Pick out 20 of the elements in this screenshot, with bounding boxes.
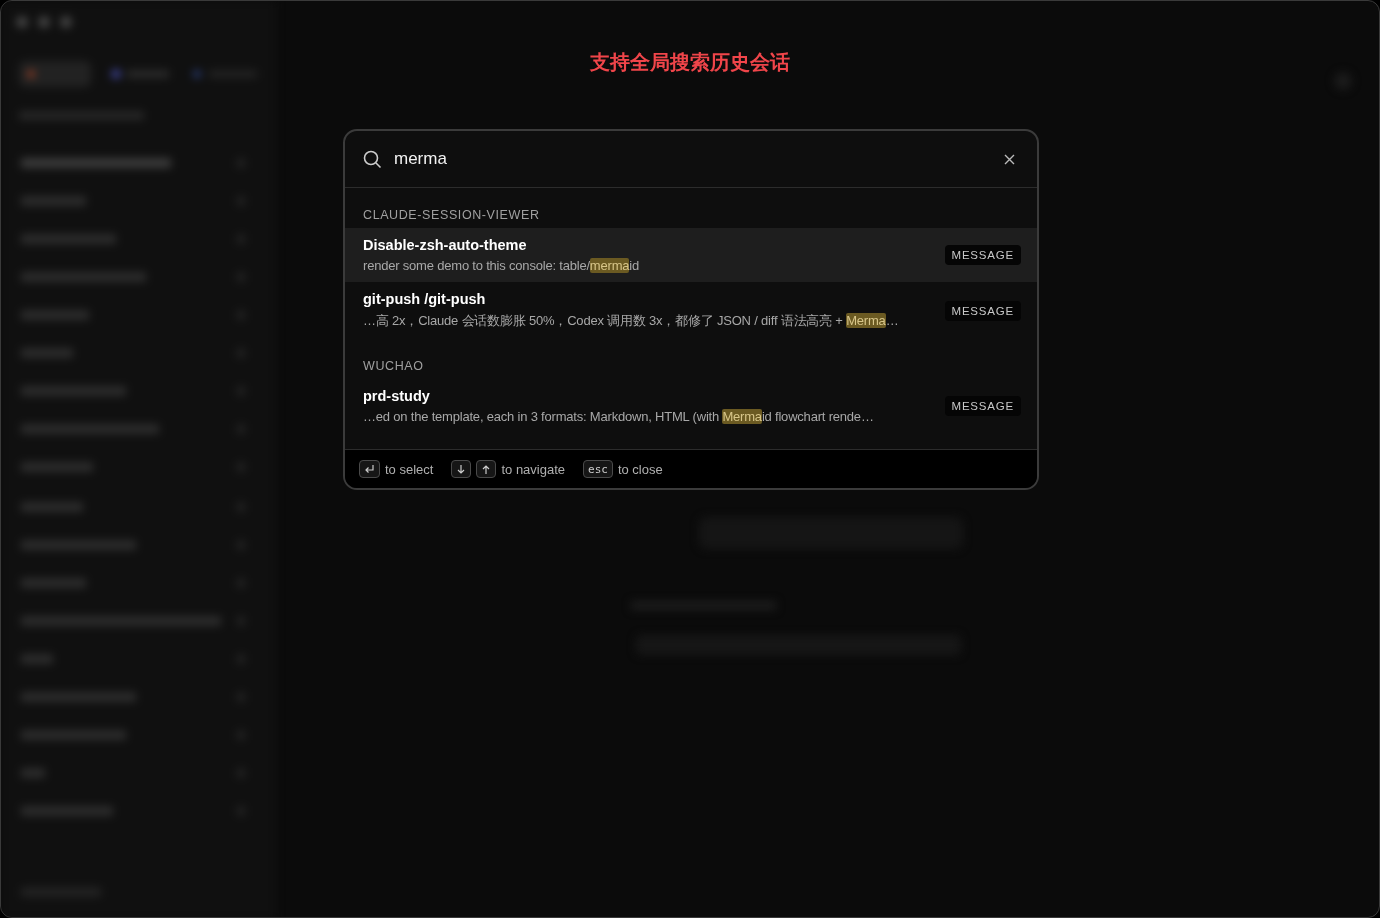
type-badge: MESSAGE	[944, 245, 1021, 265]
esc-key: esc	[583, 460, 613, 478]
type-badge: MESSAGE	[944, 300, 1021, 321]
result-title: prd-study	[363, 388, 431, 404]
banner-title: 支持全局搜索历史会话	[589, 50, 791, 75]
shortcut-hint: to close	[617, 461, 663, 477]
down-arrow-key-icon	[451, 460, 472, 478]
shortcut-hint: to navigate	[501, 461, 566, 477]
type-badge: MESSAGE	[944, 396, 1021, 416]
result-title: Disable-zsh-auto-theme	[363, 237, 528, 253]
search-icon	[363, 149, 382, 169]
search-result[interactable]: git-push /git-push …高 2x，Claude 会话数膨胀 50%，Codex 调用数 3x，都修了 JSON / diff 语法高亮 + Merma… MESSAGE	[345, 282, 1037, 339]
group-header: CLAUDE-SESSION-VIEWER	[362, 207, 541, 224]
search-field[interactable]: merma	[394, 149, 988, 169]
enter-key-icon	[359, 460, 380, 478]
result-title: git-push /git-push	[363, 291, 487, 307]
up-arrow-key-icon	[476, 460, 497, 478]
group-header: WUCHAO	[362, 358, 425, 375]
result-snippet: …高 2x，Claude 会话数膨胀 50%，Codex 调用数 3x，都修了 JSON / diff 语法高亮 + Merma…	[363, 312, 899, 330]
shortcut-hint: to select	[385, 461, 434, 477]
